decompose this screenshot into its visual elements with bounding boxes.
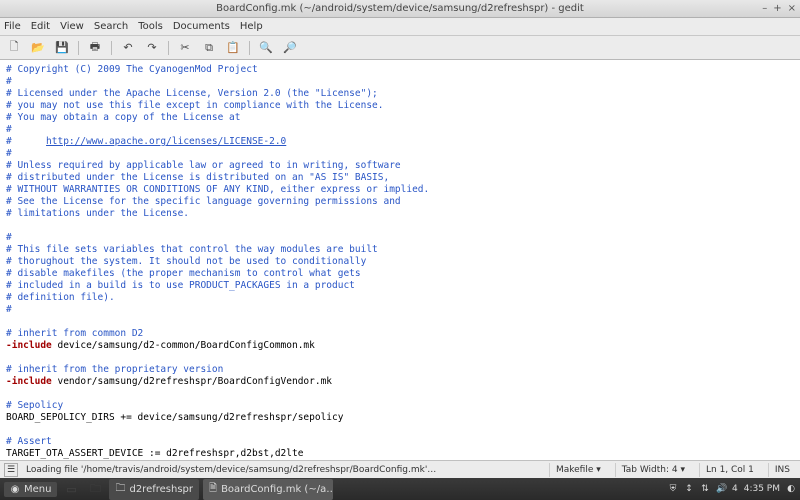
code-line: # This file sets variables that control … bbox=[6, 244, 378, 255]
tray-icon[interactable]: ↕ bbox=[684, 484, 694, 494]
file-manager-icon[interactable]: 🗀 bbox=[85, 480, 105, 498]
code-line: # Copyright (C) 2009 The CyanogenMod Pro… bbox=[6, 64, 258, 75]
code-line: # bbox=[6, 148, 12, 159]
separator bbox=[168, 41, 169, 55]
desktop-taskbar: ◉ Menu ▭ 🗀 🗀 d2refreshspr 🗎 BoardConfig.… bbox=[0, 478, 800, 500]
workspace-indicator[interactable]: 4 bbox=[732, 484, 738, 494]
cursor-position: Ln 1, Col 1 bbox=[699, 463, 760, 477]
menubar: File Edit View Search Tools Documents He… bbox=[0, 18, 800, 36]
code-line: # Assert bbox=[6, 436, 52, 447]
task-label: BoardConfig.mk (~/a… bbox=[221, 484, 333, 495]
separator bbox=[78, 41, 79, 55]
code-line: # Sepolicy bbox=[6, 400, 63, 411]
save-file-icon[interactable]: 💾 bbox=[52, 39, 72, 57]
menu-tools[interactable]: Tools bbox=[138, 21, 163, 32]
insert-mode[interactable]: INS bbox=[768, 463, 796, 477]
license-url-link[interactable]: http://www.apache.org/licenses/LICENSE-2… bbox=[46, 136, 286, 147]
code-line: # Unless required by applicable law or a… bbox=[6, 160, 401, 171]
menu-label: Menu bbox=[24, 484, 51, 495]
paste-icon[interactable]: 📋 bbox=[223, 39, 243, 57]
volume-icon[interactable]: 🔊 bbox=[716, 484, 726, 494]
network-icon[interactable]: ⇅ bbox=[700, 484, 710, 494]
statusbar: ☰ Loading file '/home/travis/android/sys… bbox=[0, 460, 800, 478]
code-line: # See the License for the specific langu… bbox=[6, 196, 401, 207]
menu-file[interactable]: File bbox=[4, 21, 21, 32]
menu-edit[interactable]: Edit bbox=[31, 21, 50, 32]
code-line: BOARD_SEPOLICY_DIRS += device/samsung/d2… bbox=[6, 412, 343, 423]
code-line: vendor/samsung/d2refreshspr/BoardConfigV… bbox=[52, 376, 332, 387]
language-selector[interactable]: Makefile ▾ bbox=[549, 463, 607, 477]
close-button[interactable]: × bbox=[788, 3, 796, 14]
editor-area[interactable]: # Copyright (C) 2009 The CyanogenMod Pro… bbox=[0, 60, 800, 460]
mint-menu-icon: ◉ bbox=[10, 484, 20, 495]
minimize-button[interactable]: – bbox=[762, 3, 767, 14]
window-controls: – + × bbox=[762, 3, 796, 14]
code-line: # Licensed under the Apache License, Ver… bbox=[6, 88, 378, 99]
code-line: TARGET_OTA_ASSERT_DEVICE := d2refreshspr… bbox=[6, 448, 303, 459]
code-line: # inherit from the proprietary version bbox=[6, 364, 223, 375]
undo-icon[interactable]: ↶ bbox=[118, 39, 138, 57]
separator bbox=[111, 41, 112, 55]
code-line: # inherit from common D2 bbox=[6, 328, 143, 339]
copy-icon[interactable]: ⧉ bbox=[199, 39, 219, 57]
system-tray: ⛨ ↕ ⇅ 🔊 4 4:35 PM ◐ bbox=[668, 484, 796, 494]
code-line: # bbox=[6, 232, 12, 243]
code-line: # You may obtain a copy of the License a… bbox=[6, 112, 241, 123]
tab-width-selector[interactable]: Tab Width: 4 ▾ bbox=[615, 463, 691, 477]
maximize-button[interactable]: + bbox=[773, 3, 781, 14]
open-file-icon[interactable]: 📂 bbox=[28, 39, 48, 57]
separator bbox=[249, 41, 250, 55]
tray-icon[interactable]: ⛨ bbox=[668, 484, 678, 494]
start-menu-button[interactable]: ◉ Menu bbox=[4, 482, 57, 497]
show-desktop-icon[interactable]: ▭ bbox=[61, 480, 81, 498]
code-keyword: -include bbox=[6, 340, 52, 351]
code-line: # you may not use this file except in co… bbox=[6, 100, 384, 111]
menu-documents[interactable]: Documents bbox=[173, 21, 230, 32]
side-panel-toggle-icon[interactable]: ☰ bbox=[4, 463, 18, 477]
code-line: # included in a build is to use PRODUCT_… bbox=[6, 280, 355, 291]
cut-icon[interactable]: ✂ bbox=[175, 39, 195, 57]
user-icon[interactable]: ◐ bbox=[786, 484, 796, 494]
code-line: # bbox=[6, 136, 46, 147]
code-line: # disable makefiles (the proper mechanis… bbox=[6, 268, 361, 279]
folder-icon: 🗀 bbox=[115, 481, 125, 498]
menu-view[interactable]: View bbox=[60, 21, 84, 32]
code-line: # bbox=[6, 76, 12, 87]
menu-search[interactable]: Search bbox=[94, 21, 128, 32]
gedit-icon: 🗎 bbox=[209, 481, 217, 498]
print-icon[interactable]: 🖶 bbox=[85, 39, 105, 57]
find-icon[interactable]: 🔍 bbox=[256, 39, 276, 57]
toolbar: 🗋 📂 💾 🖶 ↶ ↷ ✂ ⧉ 📋 🔍 🔎 bbox=[0, 36, 800, 60]
new-file-icon[interactable]: 🗋 bbox=[4, 39, 24, 57]
replace-icon[interactable]: 🔎 bbox=[280, 39, 300, 57]
code-line: # bbox=[6, 304, 12, 315]
window-title: BoardConfig.mk (~/android/system/device/… bbox=[216, 3, 584, 14]
code-line: device/samsung/d2-common/BoardConfigComm… bbox=[52, 340, 315, 351]
status-message: Loading file '/home/travis/android/syste… bbox=[26, 465, 436, 475]
menu-help[interactable]: Help bbox=[240, 21, 263, 32]
code-line: # WITHOUT WARRANTIES OR CONDITIONS OF AN… bbox=[6, 184, 429, 195]
code-keyword: -include bbox=[6, 376, 52, 387]
code-line: # definition file). bbox=[6, 292, 115, 303]
taskbar-item-gedit[interactable]: 🗎 BoardConfig.mk (~/a… bbox=[203, 479, 333, 500]
redo-icon[interactable]: ↷ bbox=[142, 39, 162, 57]
titlebar: BoardConfig.mk (~/android/system/device/… bbox=[0, 0, 800, 18]
task-label: d2refreshspr bbox=[129, 484, 193, 495]
taskbar-item-filemanager[interactable]: 🗀 d2refreshspr bbox=[109, 479, 199, 500]
code-line: # distributed under the License is distr… bbox=[6, 172, 389, 183]
code-line: # bbox=[6, 124, 12, 135]
clock[interactable]: 4:35 PM bbox=[744, 484, 780, 494]
code-line: # limitations under the License. bbox=[6, 208, 189, 219]
code-line: # thorughout the system. It should not b… bbox=[6, 256, 366, 267]
